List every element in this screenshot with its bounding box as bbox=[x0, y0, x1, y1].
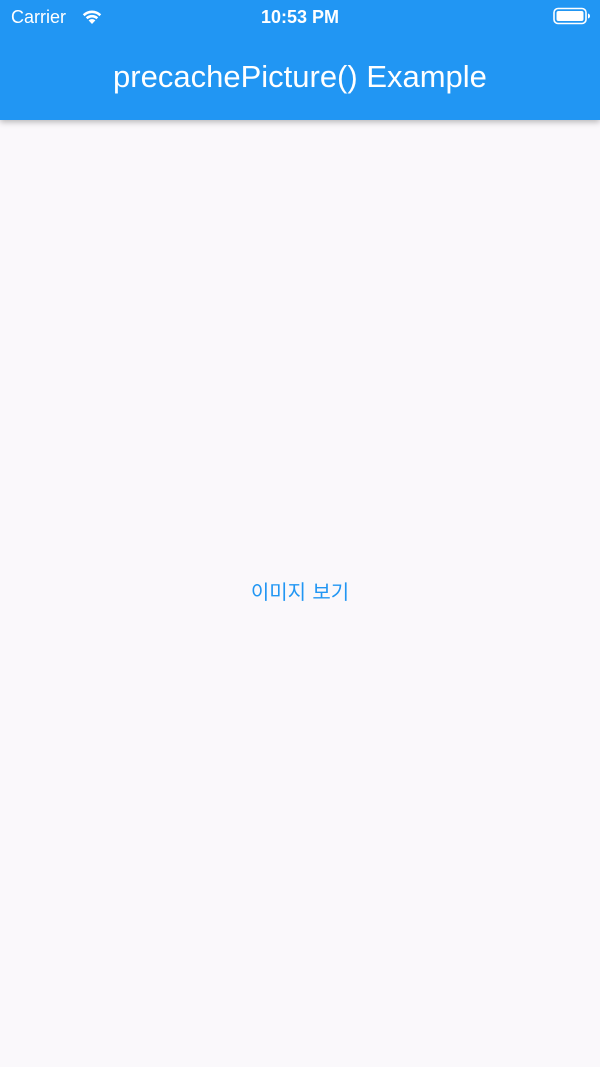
status-bar: Carrier 10:53 PM bbox=[0, 0, 600, 34]
content-area: 이미지 보기 bbox=[0, 120, 600, 1067]
page-title: precachePicture() Example bbox=[113, 59, 487, 94]
app-bar: Carrier 10:53 PM precachePicture() Examp… bbox=[0, 0, 600, 120]
status-time: 10:53 PM bbox=[260, 7, 340, 27]
view-image-button[interactable]: 이미지 보기 bbox=[200, 572, 400, 612]
battery-icon bbox=[553, 7, 590, 25]
